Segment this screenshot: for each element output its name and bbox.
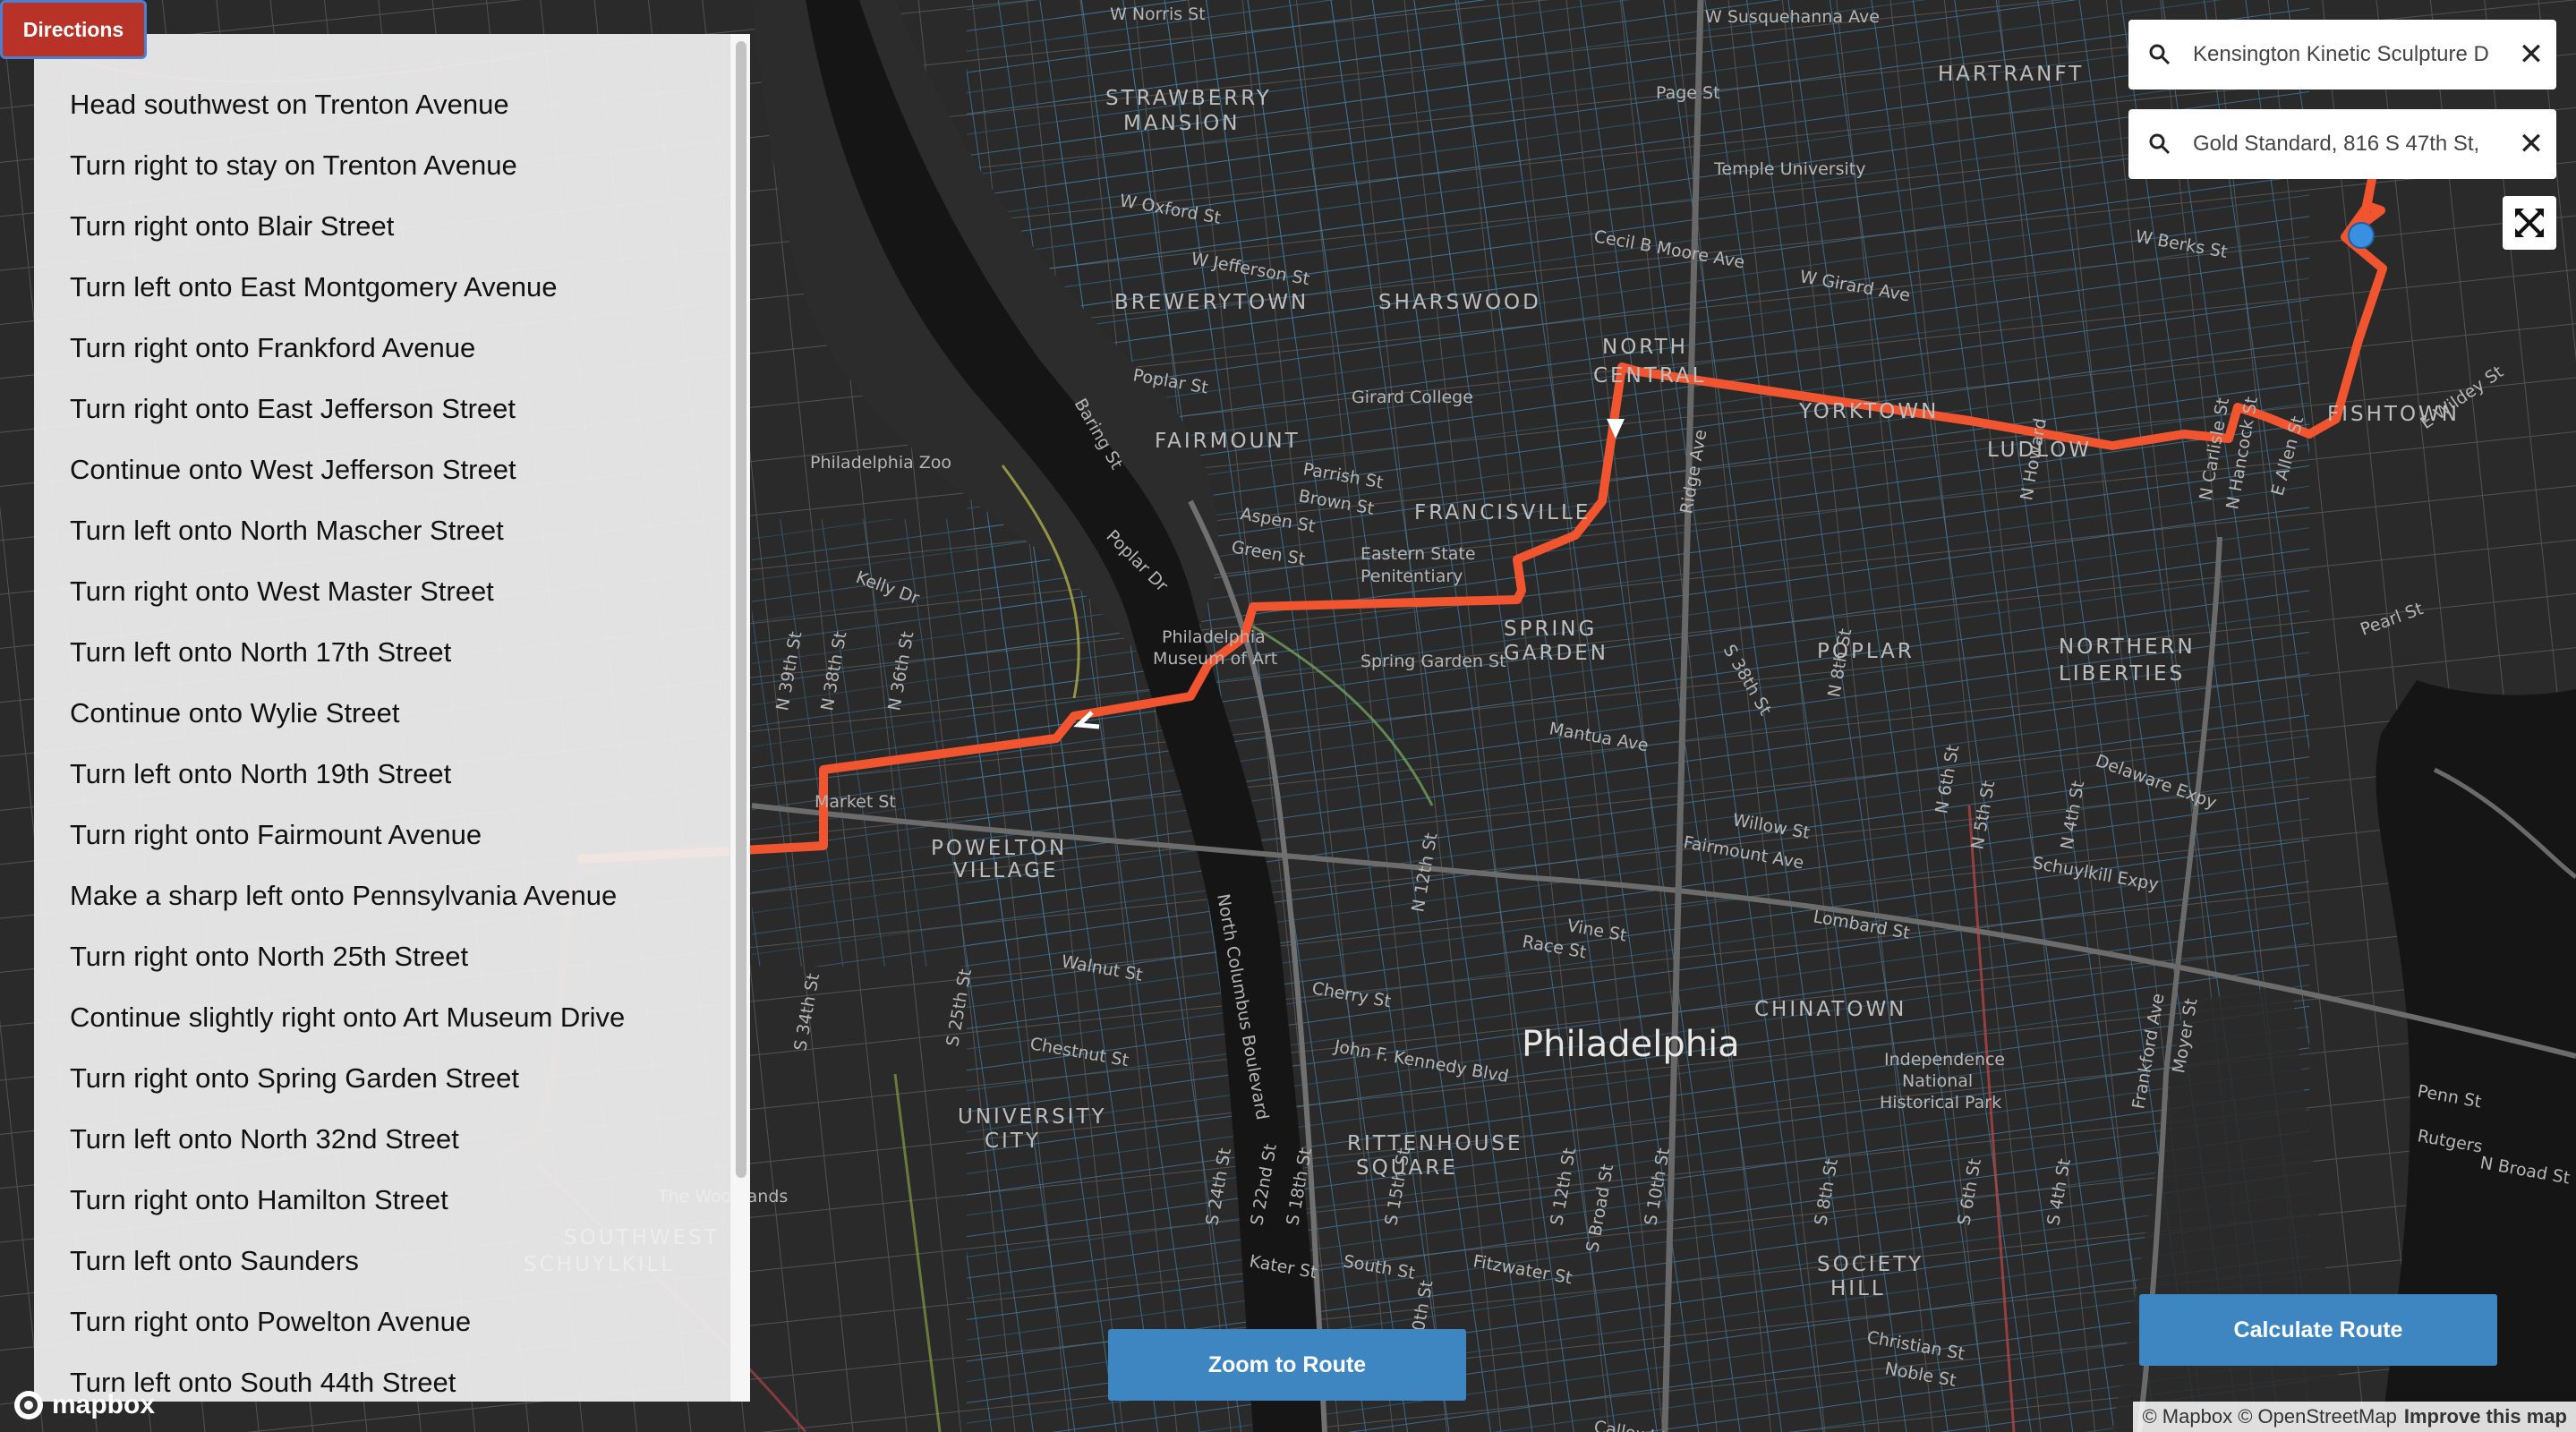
neighborhood-label: GARDEN <box>1504 642 1608 665</box>
calculate-route-button[interactable]: Calculate Route <box>2139 1294 2497 1366</box>
direction-step[interactable]: Turn right onto Hamilton Street <box>34 1185 750 1246</box>
mapbox-logo-icon <box>14 1391 43 1419</box>
destination-search-input[interactable] <box>2191 131 2506 158</box>
direction-step[interactable]: Turn right onto Powelton Avenue <box>34 1307 750 1368</box>
neighborhood-label: NORTH <box>1602 336 1688 359</box>
neighborhood-label: SHARSWOOD <box>1378 291 1541 314</box>
neighborhood-label: POWELTON <box>931 837 1067 860</box>
mapbox-attribution-link[interactable]: © Mapbox <box>2142 1405 2232 1428</box>
street-label: W Norris St <box>1110 4 1206 24</box>
mapbox-logo[interactable]: mapbox <box>13 1389 155 1421</box>
close-icon[interactable]: ✕ <box>2506 37 2556 72</box>
direction-step[interactable]: Turn right onto North 25th Street <box>34 942 750 1002</box>
place-label: Philadelphia <box>1162 627 1266 647</box>
neighborhood-label: NORTHERN <box>2059 635 2196 659</box>
direction-step[interactable]: Turn right onto East Jefferson Street <box>34 394 750 455</box>
direction-step[interactable]: Turn right onto Spring Garden Street <box>34 1063 750 1124</box>
direction-step[interactable]: Turn right onto West Master Street <box>34 576 750 637</box>
direction-step[interactable]: Continue onto West Jefferson Street <box>34 455 750 516</box>
fullscreen-button[interactable] <box>2503 196 2556 250</box>
neighborhood-label: CITY <box>985 1129 1041 1153</box>
direction-step[interactable]: Turn right to stay on Trenton Avenue <box>34 150 750 211</box>
fullscreen-icon <box>2515 209 2544 237</box>
neighborhood-label: CHINATOWN <box>1754 998 1906 1021</box>
search-icon <box>2128 132 2191 156</box>
place-label: Museum of Art <box>1153 649 1277 669</box>
direction-step[interactable]: Turn left onto Saunders <box>34 1246 750 1307</box>
origin-search-input[interactable] <box>2191 41 2506 68</box>
place-label: National <box>1902 1071 1973 1091</box>
directions-button[interactable]: Directions <box>0 0 147 59</box>
direction-step[interactable]: Turn left onto North 19th Street <box>34 759 750 820</box>
neighborhood-label: LIBERTIES <box>2059 662 2185 686</box>
neighborhood-label: HILL <box>1830 1277 1886 1300</box>
neighborhood-label: YORKTOWN <box>1798 400 1939 423</box>
place-label: Historical Park <box>1880 1093 2001 1112</box>
mapbox-logo-text: mapbox <box>52 1390 156 1419</box>
search-icon <box>2128 43 2191 66</box>
neighborhood-label: HARTRANFT <box>1938 63 2084 86</box>
street-label: W Susquehanna Ave <box>1705 7 1880 27</box>
neighborhood-label: RITTENHOUSE <box>1347 1132 1523 1155</box>
osm-attribution-link[interactable]: © OpenStreetMap <box>2238 1405 2397 1428</box>
direction-step[interactable]: Continue slightly right onto Art Museum … <box>34 1002 750 1063</box>
neighborhood-label: FRANCISVILLE <box>1414 501 1591 524</box>
direction-step[interactable]: Turn right onto Fairmount Avenue <box>34 820 750 881</box>
place-label: Penitentiary <box>1361 567 1463 586</box>
street-label: Page St <box>1656 83 1720 103</box>
direction-step[interactable]: Turn left onto North 17th Street <box>34 637 750 698</box>
street-label: Spring Garden St <box>1361 652 1506 671</box>
improve-map-link[interactable]: Improve this map <box>2404 1405 2567 1428</box>
direction-step[interactable]: Turn right onto Blair Street <box>34 211 750 272</box>
neighborhood-label: BREWERYTOWN <box>1114 291 1309 314</box>
origin-search-box[interactable]: ✕ <box>2128 20 2556 90</box>
directions-scrollbar-thumb[interactable] <box>736 41 746 1178</box>
direction-step[interactable]: Turn left onto North Mascher Street <box>34 516 750 576</box>
place-label: Eastern State <box>1361 544 1476 564</box>
city-label: Philadelphia <box>1522 1024 1740 1065</box>
place-label: Philadelphia Zoo <box>810 453 951 473</box>
neighborhood-label: CENTRAL <box>1593 364 1706 388</box>
direction-step[interactable]: Turn left onto East Montgomery Avenue <box>34 272 750 333</box>
place-label: Temple University <box>1713 159 1866 179</box>
place-label: Girard College <box>1352 388 1473 407</box>
direction-step[interactable]: Head southwest on Trenton Avenue <box>34 90 750 150</box>
neighborhood-label: SPRING <box>1504 618 1597 641</box>
neighborhood-label: UNIVERSITY <box>958 1105 1107 1129</box>
map-attribution: © Mapbox © OpenStreetMap Improve this ma… <box>2133 1402 2576 1432</box>
directions-scrollbar[interactable] <box>729 34 750 1402</box>
neighborhood-label: STRAWBERRY <box>1105 87 1272 110</box>
direction-step[interactable]: Continue onto Wylie Street <box>34 698 750 759</box>
place-label: Independence <box>1884 1050 2005 1070</box>
direction-step[interactable]: Make a sharp left onto Pennsylvania Aven… <box>34 881 750 942</box>
neighborhood-label: SOCIETY <box>1817 1253 1923 1276</box>
neighborhood-label: VILLAGE <box>953 859 1058 882</box>
direction-step[interactable]: Turn left onto North 32nd Street <box>34 1124 750 1185</box>
direction-step[interactable]: Turn right onto Frankford Avenue <box>34 333 750 394</box>
zoom-to-route-button[interactable]: Zoom to Route <box>1108 1329 1466 1401</box>
neighborhood-label: FAIRMOUNT <box>1155 430 1301 453</box>
directions-list: Head southwest on Trenton Avenue Turn rig… <box>34 90 750 1402</box>
directions-panel[interactable]: Head southwest on Trenton Avenue Turn rig… <box>34 34 750 1402</box>
neighborhood-label: MANSION <box>1123 112 1240 135</box>
close-icon[interactable]: ✕ <box>2506 126 2556 162</box>
street-label: Market St <box>815 792 896 812</box>
destination-search-box[interactable]: ✕ <box>2128 109 2556 179</box>
